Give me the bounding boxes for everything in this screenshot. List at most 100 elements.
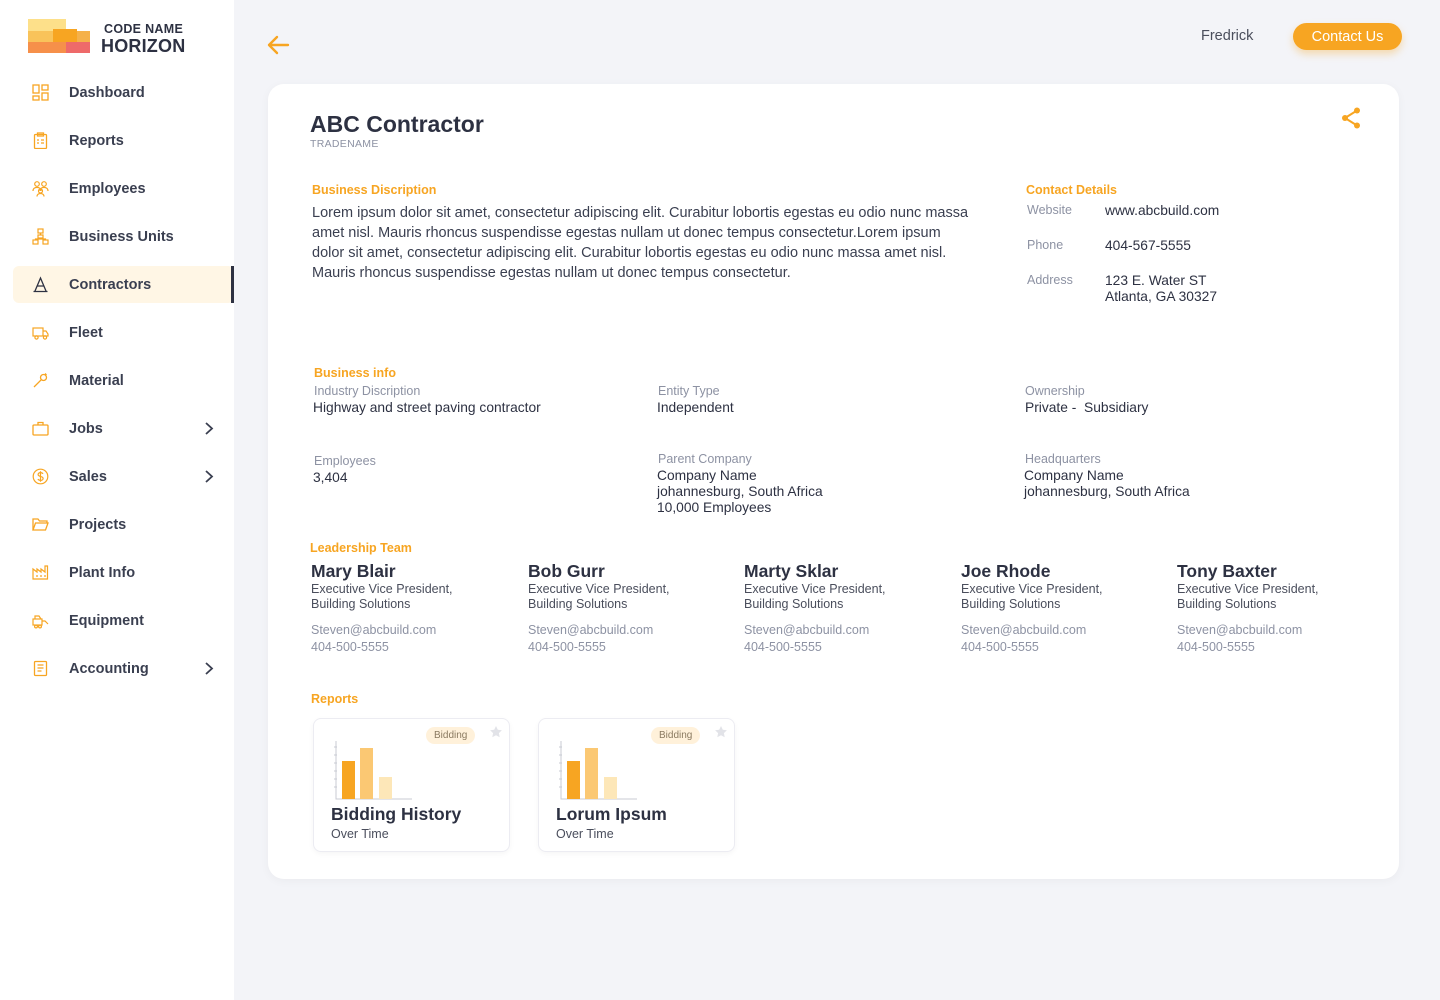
- sidebar-item-reports[interactable]: Reports: [13, 122, 234, 159]
- industry-value: Highway and street paving contractor: [313, 400, 541, 415]
- sidebar-item-business-units[interactable]: Business Units: [13, 218, 234, 255]
- parent-company-label: Parent Company: [658, 452, 752, 466]
- entity-type-label: Entity Type: [658, 384, 720, 398]
- sidebar-item-label: Plant Info: [69, 564, 136, 581]
- report-badge: Bidding: [426, 727, 476, 744]
- contractor-detail-card: ABC Contractor TRADENAME Business Discri…: [268, 84, 1399, 879]
- star-icon[interactable]: [489, 725, 503, 739]
- sidebar-item-label: Accounting: [69, 660, 149, 677]
- leader-role: Executive Vice President,: [961, 582, 1103, 596]
- headquarters-label: Headquarters: [1025, 452, 1101, 466]
- leader-name: Mary Blair: [311, 561, 396, 581]
- leader-email[interactable]: Steven@abcbuild.com: [528, 622, 728, 639]
- leader-role: Executive Vice President,: [744, 582, 886, 596]
- people-icon: [32, 181, 49, 197]
- leader-phone: 404-500-5555: [1177, 640, 1255, 654]
- leader-name: Tony Baxter: [1177, 561, 1277, 581]
- sidebar-nav: Dashboard Reports Employees Business Uni…: [13, 74, 234, 698]
- back-arrow-icon[interactable]: [265, 33, 291, 57]
- sidebar-item-label: Material: [69, 372, 124, 389]
- share-icon[interactable]: [1340, 106, 1362, 130]
- sidebar-item-dashboard[interactable]: Dashboard: [13, 74, 234, 111]
- leader-phone: 404-500-5555: [528, 640, 606, 654]
- sidebar-item-label: Contractors: [69, 276, 152, 293]
- sidebar-item-label: Equipment: [69, 612, 144, 629]
- phone-label: Phone: [1027, 238, 1064, 252]
- sidebar-item-label: Fleet: [69, 324, 103, 341]
- parent-company-employees: 10,000 Employees: [657, 500, 772, 515]
- address-line2: Atlanta, GA 30327: [1105, 289, 1217, 304]
- address-line1: 123 E. Water ST: [1105, 273, 1207, 288]
- report-card-lorum-ipsum[interactable]: Bidding Lorum Ipsum Over Time: [538, 718, 735, 852]
- leader-phone: 404-500-5555: [961, 640, 1039, 654]
- headquarters-name: Company Name: [1024, 468, 1124, 483]
- leader-card: Marty Sklar Executive Vice President, Bu…: [744, 561, 944, 656]
- sidebar-item-label: Sales: [69, 468, 107, 485]
- equipment-icon: [32, 615, 49, 629]
- leader-card: Bob Gurr Executive Vice President, Build…: [528, 561, 728, 656]
- leader-role: Building Solutions: [744, 597, 844, 611]
- leader-email[interactable]: Steven@abcbuild.com: [311, 622, 511, 639]
- report-subtitle: Over Time: [331, 827, 389, 841]
- entity-type-value: Independent: [657, 400, 734, 415]
- leader-role: Building Solutions: [961, 597, 1061, 611]
- bar-chart-icon: [559, 741, 637, 800]
- sidebar-item-contractors[interactable]: Contractors: [13, 266, 234, 303]
- sidebar-item-label: Projects: [69, 516, 127, 533]
- sidebar-item-label: Reports: [69, 132, 124, 149]
- contact-details-heading: Contact Details: [1026, 183, 1117, 197]
- leader-email[interactable]: Steven@abcbuild.com: [961, 622, 1161, 639]
- folder-icon: [32, 518, 49, 531]
- brand-line1: CODE NAME: [104, 22, 184, 36]
- sidebar-item-label: Dashboard: [69, 84, 145, 101]
- reports-heading: Reports: [311, 692, 359, 706]
- chevron-right-icon: [205, 422, 214, 435]
- sidebar: CODE NAME HORIZON Dashboard Reports Empl…: [0, 0, 234, 1000]
- business-description-text: Lorem ipsum dolor sit amet, consectetur …: [312, 205, 969, 281]
- sidebar-item-jobs[interactable]: Jobs: [13, 410, 234, 447]
- chevron-right-icon: [205, 662, 214, 675]
- sidebar-item-fleet[interactable]: Fleet: [13, 314, 234, 351]
- leader-card: Joe Rhode Executive Vice President, Buil…: [961, 561, 1161, 656]
- leader-card: Tony Baxter Executive Vice President, Bu…: [1177, 561, 1377, 656]
- sidebar-item-label: Employees: [69, 180, 146, 197]
- chevron-right-icon: [205, 470, 214, 483]
- ownership-value: Private - Subsidiary: [1025, 400, 1149, 415]
- business-description-heading: Business Discription: [312, 183, 437, 197]
- employees-value: 3,404: [313, 470, 348, 485]
- leadership-team-heading: Leadership Team: [310, 541, 412, 555]
- leader-role: Building Solutions: [311, 597, 411, 611]
- sidebar-item-employees[interactable]: Employees: [13, 170, 234, 207]
- sidebar-item-sales[interactable]: Sales: [13, 458, 234, 495]
- brand-logo[interactable]: CODE NAME HORIZON: [28, 19, 208, 56]
- contractor-icon: [33, 276, 48, 293]
- report-title: Bidding History: [331, 804, 462, 824]
- leader-phone: 404-500-5555: [744, 640, 822, 654]
- sidebar-item-accounting[interactable]: Accounting: [13, 650, 234, 687]
- report-card-bidding-history[interactable]: Bidding Bidding History Over Time: [313, 718, 510, 852]
- contact-us-button[interactable]: Contact Us: [1293, 23, 1402, 50]
- website-link[interactable]: www.abcbuild.com: [1105, 203, 1219, 219]
- sidebar-item-label: Jobs: [69, 420, 103, 437]
- parent-company-name: Company Name: [657, 468, 757, 483]
- sidebar-item-equipment[interactable]: Equipment: [13, 602, 234, 639]
- leader-email[interactable]: Steven@abcbuild.com: [744, 622, 944, 639]
- ownership-label: Ownership: [1025, 384, 1085, 398]
- headquarters-location: johannesburg, South Africa: [1024, 484, 1190, 499]
- leader-phone: 404-500-5555: [311, 640, 389, 654]
- star-icon[interactable]: [714, 725, 728, 739]
- page-title: ABC Contractor: [310, 111, 484, 137]
- sidebar-item-plant-info[interactable]: Plant Info: [13, 554, 234, 591]
- leader-name: Marty Sklar: [744, 561, 839, 581]
- leader-role: Executive Vice President,: [311, 582, 453, 596]
- leader-name: Joe Rhode: [961, 561, 1051, 581]
- user-name[interactable]: Fredrick: [1201, 28, 1253, 44]
- clipboard-icon: [33, 132, 48, 149]
- bar-chart-icon: [334, 741, 412, 800]
- leader-email[interactable]: Steven@abcbuild.com: [1177, 622, 1377, 639]
- sidebar-item-projects[interactable]: Projects: [13, 506, 234, 543]
- dollar-icon: [32, 468, 49, 485]
- sidebar-item-material[interactable]: Material: [13, 362, 234, 399]
- leader-card: Mary Blair Executive Vice President, Bui…: [311, 561, 511, 656]
- wrench-icon: [33, 373, 48, 388]
